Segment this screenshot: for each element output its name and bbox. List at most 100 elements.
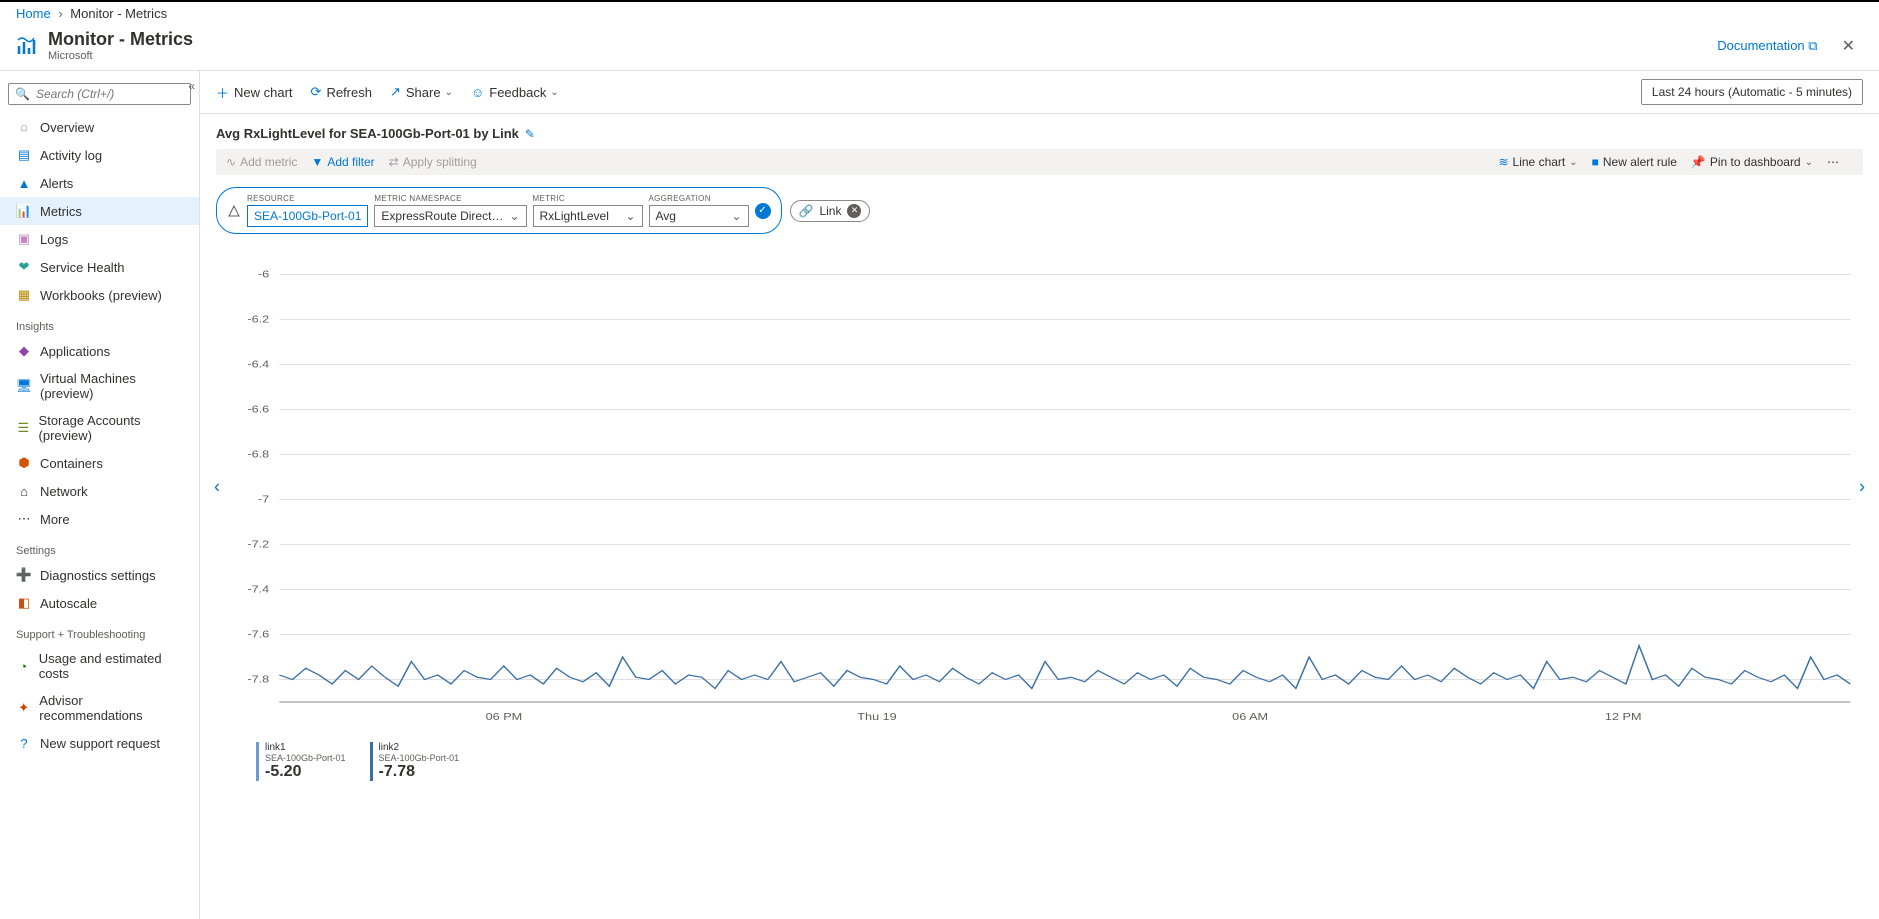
pin-dashboard-button[interactable]: 📌Pin to dashboard⌄	[1691, 155, 1813, 169]
time-range-picker[interactable]: Last 24 hours (Automatic - 5 minutes)	[1641, 79, 1863, 105]
add-metric-button[interactable]: ∿Add metric	[226, 155, 297, 169]
share-icon: ↗	[390, 84, 401, 100]
sidebar-item-network[interactable]: ⌂Network	[0, 477, 199, 505]
new-alert-button[interactable]: ■New alert rule	[1592, 155, 1677, 169]
chevron-down-icon: ⌄	[1805, 157, 1813, 168]
share-button[interactable]: ↗Share⌄	[390, 84, 453, 100]
chevron-down-icon: ⌄	[731, 209, 741, 223]
prev-chart-button[interactable]: ‹	[206, 469, 228, 506]
aggregation-select[interactable]: Avg⌄	[649, 205, 749, 227]
advisor-icon: ✦	[16, 700, 31, 716]
network-icon: ⌂	[16, 483, 32, 499]
svg-text:-7.8: -7.8	[247, 675, 269, 686]
collapse-sidebar-button[interactable]: «	[188, 79, 195, 93]
sidebar-item-vms[interactable]: 🖥Virtual Machines (preview)	[0, 365, 199, 407]
containers-icon: ⬢	[16, 455, 32, 471]
sidebar-item-applications[interactable]: ◆Applications	[0, 337, 199, 365]
page-title: Monitor - Metrics	[48, 29, 193, 50]
breadcrumb-current: Monitor - Metrics	[70, 6, 167, 21]
add-filter-button[interactable]: ▼Add filter	[311, 155, 374, 169]
chevron-down-icon: ⌄	[1569, 157, 1577, 168]
sidebar-item-alerts[interactable]: ▲Alerts	[0, 169, 199, 197]
chevron-down-icon: ⌄	[550, 87, 558, 98]
breadcrumb-home[interactable]: Home	[16, 6, 51, 21]
svg-text:-6.6: -6.6	[247, 405, 269, 416]
sidebar-item-service-health[interactable]: ❤Service Health	[0, 253, 199, 281]
sidebar-search[interactable]: 🔍	[8, 83, 191, 105]
legend-item-link2[interactable]: link2 SEA-100Gb-Port-01 -7.78	[370, 742, 460, 781]
metric-select[interactable]: RxLightLevel⌄	[533, 205, 643, 227]
resource-select[interactable]: SEA-100Gb-Port-01	[247, 205, 368, 227]
sidebar-item-logs[interactable]: ▣Logs	[0, 225, 199, 253]
documentation-link[interactable]: Documentation ⧉	[1717, 38, 1817, 54]
line-chart-icon: ≋	[1498, 155, 1508, 169]
support-icon: ?	[16, 735, 32, 751]
svg-text:06 AM: 06 AM	[1232, 712, 1268, 723]
chart-more-button[interactable]: ⋯	[1827, 155, 1839, 169]
remove-split-button[interactable]: ✕	[847, 204, 861, 218]
overview-icon: ◌	[16, 119, 32, 135]
svg-text:-7.4: -7.4	[247, 585, 270, 596]
chart-type-button[interactable]: ≋Line chart⌄	[1498, 155, 1577, 169]
search-icon: 🔍	[15, 87, 30, 101]
monitor-logo-icon	[16, 34, 40, 58]
svg-text:12 PM: 12 PM	[1605, 712, 1642, 723]
plus-icon: ＋	[216, 83, 229, 102]
svg-text:-6.8: -6.8	[247, 450, 269, 461]
metric-label: METRIC	[533, 194, 643, 203]
edit-title-button[interactable]: ✎	[525, 127, 535, 141]
svg-text:-7: -7	[258, 495, 269, 506]
sidebar-item-workbooks[interactable]: ▦Workbooks (preview)	[0, 281, 199, 309]
section-settings: Settings	[0, 533, 199, 561]
svg-text:-6.4: -6.4	[247, 360, 270, 371]
more-icon: ⋯	[16, 511, 32, 527]
activity-log-icon: ▤	[16, 147, 32, 163]
chevron-down-icon: ⌄	[625, 209, 635, 223]
sidebar-item-activity-log[interactable]: ▤Activity log	[0, 141, 199, 169]
feedback-icon: ☺	[471, 85, 484, 100]
sidebar-item-autoscale[interactable]: ◧Autoscale	[0, 589, 199, 617]
refresh-button[interactable]: ⟳Refresh	[311, 84, 372, 100]
sidebar: « 🔍 ◌Overview ▤Activity log ▲Alerts 📊Met…	[0, 71, 200, 919]
sidebar-item-storage[interactable]: ☰Storage Accounts (preview)	[0, 407, 199, 449]
pin-icon: 📌	[1691, 155, 1706, 169]
sidebar-item-support-request[interactable]: ?New support request	[0, 729, 199, 757]
breadcrumb: Home › Monitor - Metrics	[0, 2, 1879, 25]
sidebar-item-overview[interactable]: ◌Overview	[0, 113, 199, 141]
sidebar-item-usage[interactable]: ◔Usage and estimated costs	[0, 645, 199, 687]
sidebar-item-diagnostics[interactable]: ➕Diagnostics settings	[0, 561, 199, 589]
toolbar: ＋New chart ⟳Refresh ↗Share⌄ ☺Feedback⌄ L…	[200, 71, 1879, 114]
page-header: Monitor - Metrics Microsoft Documentatio…	[0, 25, 1879, 71]
config-valid-badge: ✓	[755, 203, 771, 219]
svg-text:06 PM: 06 PM	[486, 712, 523, 723]
sidebar-item-more[interactable]: ⋯More	[0, 505, 199, 533]
external-link-icon: ⧉	[1808, 38, 1817, 53]
sidebar-item-containers[interactable]: ⬢Containers	[0, 449, 199, 477]
workbooks-icon: ▦	[16, 287, 32, 303]
svg-text:-7.6: -7.6	[247, 630, 269, 641]
sidebar-item-metrics[interactable]: 📊Metrics	[0, 197, 199, 225]
metric-config-group: RESOURCE SEA-100Gb-Port-01 METRIC NAMESP…	[216, 187, 782, 234]
split-by-pill[interactable]: 🔗 Link ✕	[790, 200, 871, 222]
chevron-down-icon: ⌄	[509, 209, 519, 223]
feedback-button[interactable]: ☺Feedback⌄	[471, 85, 559, 100]
usage-icon: ◔	[16, 658, 31, 674]
refresh-icon: ⟳	[311, 84, 322, 100]
filter-icon: ▼	[311, 155, 323, 169]
page-subtitle: Microsoft	[48, 50, 193, 62]
namespace-select[interactable]: ExpressRoute Direct…⌄	[374, 205, 526, 227]
next-chart-button[interactable]: ›	[1851, 469, 1873, 506]
svg-text:Thu 19: Thu 19	[857, 712, 896, 723]
vm-icon: 🖥	[16, 378, 32, 394]
search-input[interactable]	[36, 87, 184, 101]
add-metric-icon: ∿	[226, 155, 236, 169]
legend-item-link1[interactable]: link1 SEA-100Gb-Port-01 -5.20	[256, 742, 346, 781]
applications-icon: ◆	[16, 343, 32, 359]
sidebar-item-advisor[interactable]: ✦Advisor recommendations	[0, 687, 199, 729]
alert-icon: ■	[1592, 155, 1599, 169]
new-chart-button[interactable]: ＋New chart	[216, 83, 293, 102]
apply-splitting-button[interactable]: ⇄Apply splitting	[389, 155, 477, 169]
logs-icon: ▣	[16, 231, 32, 247]
svg-text:-6.2: -6.2	[247, 315, 269, 326]
close-button[interactable]: ✕	[1834, 32, 1863, 60]
